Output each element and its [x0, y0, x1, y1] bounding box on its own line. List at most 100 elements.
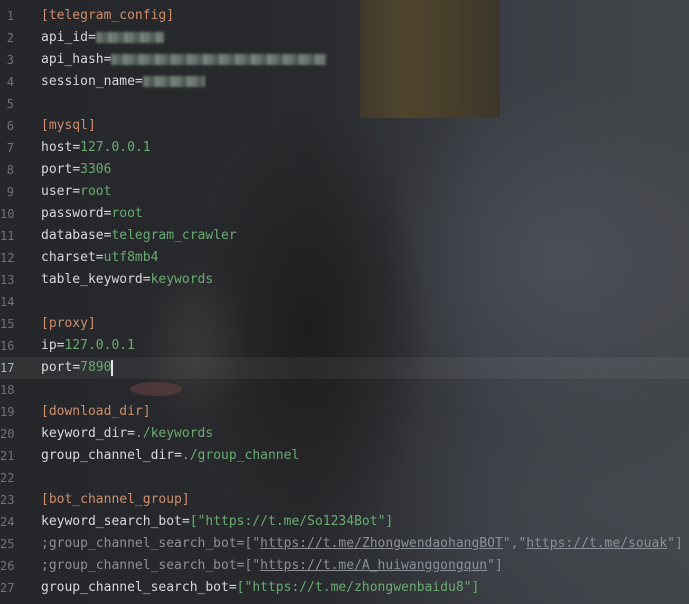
code-line[interactable]: 11 database=telegram_crawler: [0, 225, 689, 247]
comment-key: ;group_channel_search_bot: [41, 558, 237, 573]
code-line[interactable]: 17 port=7890: [0, 357, 689, 379]
line-number: 1: [6, 9, 14, 23]
line-code: api_hash=: [41, 49, 327, 71]
code-line[interactable]: 26 ;group_channel_search_bot=["https://t.…: [0, 555, 689, 577]
config-key: user: [41, 184, 73, 199]
config-key: keyword_search_bot: [41, 514, 182, 529]
code-line[interactable]: 15 [proxy]: [0, 313, 689, 335]
quote: ": [252, 558, 261, 573]
bracket-open: [: [189, 514, 198, 529]
code-line[interactable]: 2 api_id=: [0, 27, 689, 49]
line-number: 7: [6, 141, 14, 155]
code-line[interactable]: 20 keyword_dir=./keywords: [0, 423, 689, 445]
redacted-value: [142, 76, 205, 87]
line-number: 23: [0, 493, 15, 507]
line-number: 10: [0, 207, 15, 221]
code-line[interactable]: 16 ip=127.0.0.1: [0, 335, 689, 357]
equals-sign: =: [236, 558, 245, 573]
equals-sign: =: [127, 426, 135, 441]
line-code: group_channel_search_bot=["https://t.me/…: [41, 577, 479, 599]
line-code: charset=utf8mb4: [41, 247, 158, 269]
config-value: 127.0.0.1: [64, 338, 135, 353]
line-code: [mysql]: [41, 115, 96, 137]
config-value: root: [80, 184, 112, 199]
code-line[interactable]: 13 table_keyword=keywords: [0, 269, 689, 291]
equals-sign: =: [228, 580, 237, 595]
code-line[interactable]: 8 port=3306: [0, 159, 689, 181]
code-line[interactable]: 9 user=root: [0, 181, 689, 203]
line-number: 9: [6, 185, 14, 199]
equals-sign: =: [142, 272, 151, 287]
line-number: 15: [0, 317, 15, 331]
equals-sign: =: [134, 74, 143, 89]
code-line[interactable]: 12 charset=utf8mb4: [0, 247, 689, 269]
line-code: database=telegram_crawler: [41, 225, 237, 247]
section-header: [telegram_config]: [41, 8, 175, 23]
code-line[interactable]: 10 password=root: [0, 203, 689, 225]
code-line[interactable]: 3 api_hash=: [0, 49, 689, 71]
code-line[interactable]: 21 group_channel_dir=./group_channel: [0, 445, 689, 467]
quote: ": [252, 536, 261, 551]
config-key: charset: [41, 250, 96, 265]
section-header: [mysql]: [41, 118, 96, 133]
config-key: port: [41, 162, 73, 177]
redacted-value: [95, 32, 164, 43]
config-value: root: [111, 206, 143, 221]
line-number: 24: [0, 515, 15, 529]
url-value: https://t.me/zhongwenbaidu8: [252, 580, 464, 595]
code-line[interactable]: 14: [0, 291, 689, 313]
line-number: 27: [0, 581, 15, 595]
line-code: host=127.0.0.1: [41, 137, 151, 159]
equals-sign: =: [174, 448, 182, 463]
code-line[interactable]: 19 [download_dir]: [0, 401, 689, 423]
config-value: keywords: [150, 272, 214, 287]
config-key: port: [41, 360, 73, 375]
code-line[interactable]: 23 [bot_channel_group]: [0, 489, 689, 511]
section-header: [proxy]: [41, 316, 96, 331]
code-line[interactable]: 27 group_channel_search_bot=["https://t.m…: [0, 577, 689, 599]
line-number: 21: [0, 449, 15, 463]
config-key: password: [41, 206, 104, 221]
url-value: https://t.me/ZhongwendaohangBOT: [260, 536, 503, 551]
config-key: keyword_dir: [41, 426, 128, 441]
bracket-open: [: [236, 580, 245, 595]
code-line[interactable]: 22: [0, 467, 689, 489]
equals-sign: =: [103, 52, 112, 67]
code-line[interactable]: 25 ;group_channel_search_bot=["https://t.…: [0, 533, 689, 555]
line-number: 25: [0, 537, 15, 551]
line-code: group_channel_dir=./group_channel: [41, 445, 299, 467]
config-key: table_keyword: [41, 272, 143, 287]
code-line[interactable]: 24 keyword_search_bot=["https://t.me/So12…: [0, 511, 689, 533]
line-code: [download_dir]: [41, 401, 151, 423]
bracket-close: ]: [471, 580, 480, 595]
line-number: 16: [0, 339, 15, 353]
config-key: ip: [41, 338, 57, 353]
code-line[interactable]: 5: [0, 93, 689, 115]
bracket-close: ]: [494, 558, 503, 573]
line-code: table_keyword=keywords: [41, 269, 213, 291]
equals-sign: =: [72, 162, 81, 177]
equals-sign: =: [181, 514, 190, 529]
line-number: 12: [0, 251, 15, 265]
code-line[interactable]: 7 host=127.0.0.1: [0, 137, 689, 159]
code-line[interactable]: 4 session_name=: [0, 71, 689, 93]
config-value: utf8mb4: [103, 250, 159, 265]
line-code: port=7890: [41, 357, 114, 379]
line-number: 19: [0, 405, 15, 419]
config-value: ./group_channel: [181, 448, 300, 463]
line-number: 3: [6, 53, 14, 67]
url-value: https://t.me/So1234Bot: [205, 514, 378, 529]
line-number: 13: [0, 273, 15, 287]
equals-sign: =: [72, 360, 81, 375]
code-line[interactable]: 18: [0, 379, 689, 401]
redacted-value: [111, 54, 327, 65]
config-key: api_id: [41, 30, 88, 45]
code-line[interactable]: 1 [telegram_config]: [0, 5, 689, 27]
line-code: keyword_search_bot=["https://t.me/So1234…: [41, 511, 393, 533]
line-code: [telegram_config]: [41, 5, 174, 27]
code-line[interactable]: 6 [mysql]: [0, 115, 689, 137]
section-header: [bot_channel_group]: [41, 492, 190, 507]
config-value: 127.0.0.1: [80, 140, 151, 155]
text-caret: [111, 359, 114, 376]
code-editor[interactable]: 1 [telegram_config] 2 api_id= 3 api_hash= 4 ses…: [0, 0, 689, 604]
